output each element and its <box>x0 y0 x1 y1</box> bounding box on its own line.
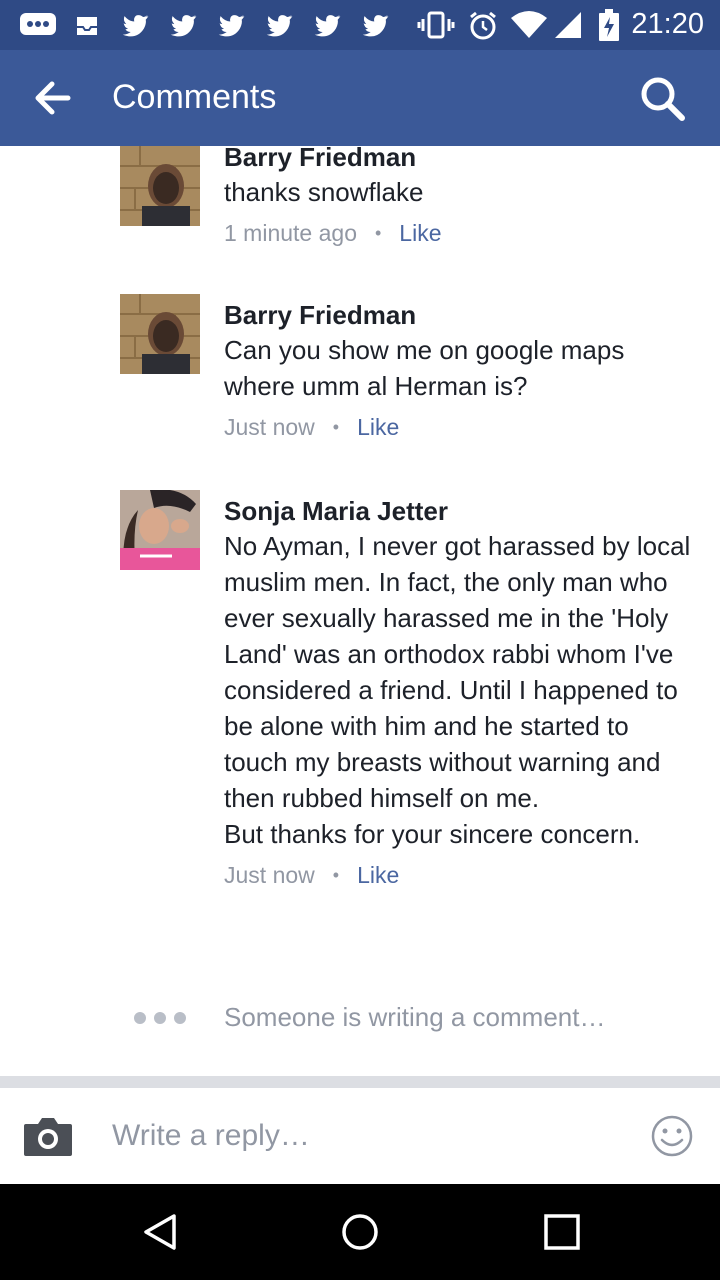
comment-author[interactable]: Sonja Maria Jetter <box>224 496 694 526</box>
wifi-icon <box>508 10 550 40</box>
comments-list: Barry Friedman thanks snowflake 1 minute… <box>0 146 720 1076</box>
separator-dot: • <box>332 417 340 437</box>
status-time: 21:20 <box>631 8 704 40</box>
smiley-icon <box>651 1115 693 1157</box>
page-title: Comments <box>112 78 277 116</box>
twitter-bird-icon <box>214 10 250 40</box>
comment-author[interactable]: Barry Friedman <box>224 146 694 172</box>
avatar[interactable] <box>120 146 200 226</box>
comment-time: Just now <box>224 862 315 888</box>
twitter-bird-icon <box>262 10 298 40</box>
status-bar: 21:20 <box>0 0 720 50</box>
twitter-bird-icon <box>166 10 202 40</box>
reply-composer <box>0 1088 720 1184</box>
typing-dots-icon <box>134 1012 186 1024</box>
typing-text: Someone is writing a comment… <box>224 1002 606 1032</box>
signal-icon <box>552 10 584 40</box>
avatar[interactable] <box>120 490 200 570</box>
comment-time: Just now <box>224 414 315 440</box>
camera-button[interactable] <box>22 1114 74 1158</box>
typing-indicator: Someone is writing a comment… <box>0 998 720 1042</box>
back-button[interactable] <box>28 76 80 120</box>
twitter-bird-icon <box>118 10 154 40</box>
comment-text: thanks snowflake <box>224 177 424 207</box>
twitter-bird-icon <box>310 10 346 40</box>
arrow-left-icon <box>35 81 71 115</box>
twitter-bird-icon <box>358 10 394 40</box>
inbox-icon <box>72 10 102 40</box>
separator-dot: • <box>374 223 382 243</box>
search-icon <box>641 77 685 121</box>
like-link[interactable]: Like <box>399 218 441 248</box>
like-link[interactable]: Like <box>357 860 399 890</box>
comment-author[interactable]: Barry Friedman <box>224 300 694 330</box>
alarm-icon <box>466 10 500 40</box>
comment-text: No Ayman, I never got harassed by local … <box>224 531 691 849</box>
like-link[interactable]: Like <box>357 412 399 442</box>
divider <box>0 1076 720 1088</box>
comment-text: Can you show me on google maps where umm… <box>224 335 632 401</box>
vibrate-icon <box>416 10 456 40</box>
home-circle-icon[interactable] <box>340 1212 380 1252</box>
comment-time: 1 minute ago <box>224 220 357 246</box>
emoji-button[interactable] <box>650 1114 694 1158</box>
reply-input[interactable] <box>112 1116 612 1156</box>
back-triangle-icon[interactable] <box>140 1212 180 1252</box>
recents-square-icon[interactable] <box>542 1212 582 1252</box>
system-nav-bar <box>0 1184 720 1280</box>
messenger-dots-icon <box>18 10 58 40</box>
search-button[interactable] <box>636 72 690 126</box>
app-bar: Comments <box>0 50 720 146</box>
separator-dot: • <box>332 865 340 885</box>
avatar[interactable] <box>120 294 200 374</box>
camera-icon <box>24 1118 72 1156</box>
battery-charging-icon <box>596 9 622 41</box>
